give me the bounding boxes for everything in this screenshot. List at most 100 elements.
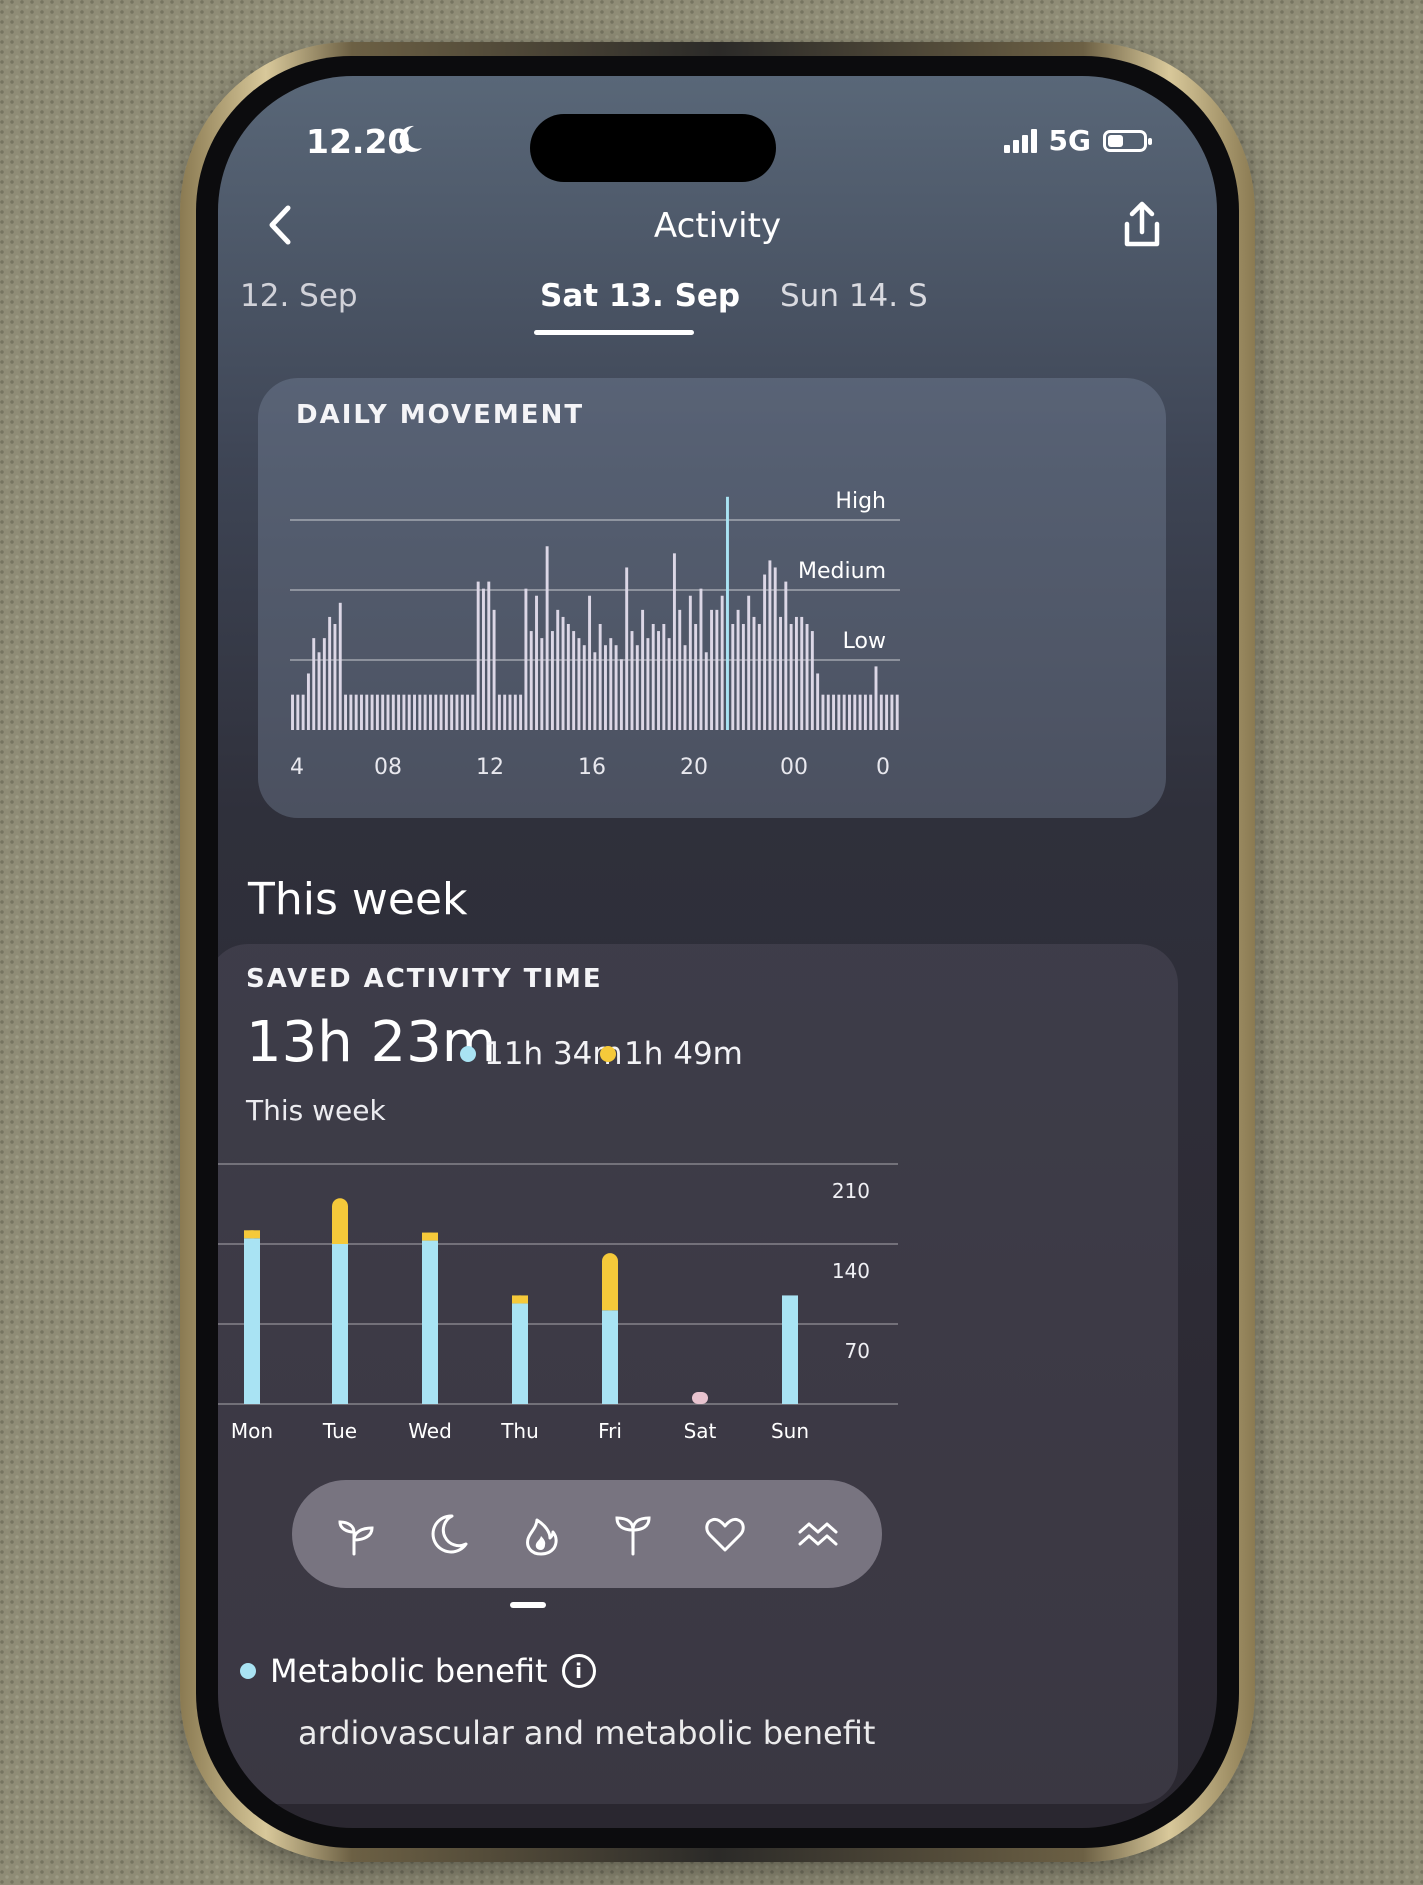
- status-indicators: 5G: [1003, 124, 1152, 157]
- bar-yellow-join: [602, 1302, 618, 1311]
- movement-bar: [450, 694, 454, 730]
- phone-frame: 12.20 5G Activity 12. Sep Sat 13. Sep Su…: [180, 42, 1255, 1862]
- date-selector: 12. Sep Sat 13. Sep Sun 14. S: [218, 268, 1217, 335]
- movement-bar: [301, 694, 305, 730]
- movement-bar: [344, 694, 348, 730]
- movement-bar: [625, 567, 629, 730]
- tab-stress[interactable]: [597, 1498, 669, 1570]
- movement-bar: [535, 595, 538, 730]
- tab-sleep[interactable]: [412, 1498, 484, 1570]
- tab-readiness[interactable]: [320, 1498, 392, 1570]
- metabolic-benefit-row: Metabolic benefit i: [240, 1652, 596, 1690]
- movement-bar: [306, 673, 310, 730]
- movement-bar: [322, 638, 326, 730]
- bar-blue: [602, 1310, 618, 1404]
- movement-bar: [869, 694, 873, 730]
- signal-icon: [1003, 128, 1037, 153]
- readiness-icon: [338, 1520, 374, 1556]
- movement-bar: [810, 631, 814, 730]
- y-tick-label: 140: [832, 1259, 870, 1283]
- movement-bar: [789, 624, 793, 730]
- movement-bar: [482, 588, 485, 730]
- movement-bar: [763, 574, 767, 730]
- movement-bar: [476, 581, 480, 730]
- page-title: Activity: [653, 206, 782, 246]
- movement-bar: [651, 624, 655, 730]
- movement-bar: [545, 546, 549, 730]
- movement-bar: [540, 638, 544, 730]
- movement-bar: [513, 694, 517, 730]
- movement-bar: [386, 694, 390, 730]
- heart-icon: [705, 1517, 746, 1552]
- movement-bar: [407, 694, 411, 730]
- movement-bar: [704, 652, 708, 730]
- movement-bar: [720, 595, 724, 730]
- movement-bar: [317, 652, 321, 730]
- share-icon[interactable]: [1115, 198, 1169, 252]
- movement-bar: [354, 694, 358, 730]
- y-tick-label: 210: [832, 1179, 870, 1203]
- movement-bar: [471, 694, 475, 730]
- movement-bar: [768, 560, 772, 730]
- movement-bar: [832, 694, 836, 730]
- movement-bar: [577, 638, 581, 730]
- date-current[interactable]: Sat 13. Sep: [540, 278, 740, 314]
- movement-bar: [439, 694, 443, 730]
- date-next[interactable]: Sun 14. S: [780, 278, 928, 314]
- movement-bar: [466, 694, 470, 730]
- movement-bar: [890, 694, 894, 730]
- movement-bar: [805, 624, 809, 730]
- bar-blue: [244, 1238, 260, 1404]
- movement-bar: [657, 631, 660, 730]
- tab-resilience[interactable]: [782, 1498, 854, 1570]
- day-label: Tue: [322, 1419, 357, 1443]
- daily-movement-card: DAILY MOVEMENT High Medium Low 4 08 12 16 20 00 0: [258, 378, 1166, 818]
- bar-yellow-join: [422, 1232, 438, 1241]
- movement-bar: [360, 694, 363, 730]
- movement-bar: [428, 694, 432, 730]
- movement-bar: [566, 624, 570, 730]
- date-current-underline: [534, 330, 694, 335]
- status-bar: 12.20 5G: [218, 114, 1217, 182]
- y-tick-label: 70: [845, 1339, 870, 1363]
- battery-icon: [1103, 129, 1152, 152]
- info-icon[interactable]: i: [561, 1654, 596, 1688]
- battery-level: [1108, 134, 1124, 147]
- bar-yellow: [602, 1253, 618, 1311]
- day-label: Mon: [231, 1419, 273, 1443]
- movement-bar: [688, 595, 692, 730]
- movement-bar: [397, 694, 401, 730]
- movement-bar: [291, 694, 294, 730]
- tab-heart[interactable]: [689, 1498, 761, 1570]
- stress-sprout-icon: [615, 1516, 651, 1556]
- movement-bar: [556, 609, 560, 730]
- movement-bar: [752, 616, 756, 730]
- movement-bar: [349, 694, 353, 730]
- time-tick-label: 00: [780, 755, 808, 780]
- level-label: High: [835, 489, 886, 514]
- app-screen: 12.20 5G Activity 12. Sep Sat 13. Sep Su…: [218, 76, 1217, 1828]
- movement-bar: [338, 602, 342, 730]
- metabolic-dot: [240, 1663, 256, 1679]
- movement-bar: [678, 609, 682, 730]
- movement-bar: [402, 694, 406, 730]
- movement-bar: [519, 694, 523, 730]
- date-prev[interactable]: 12. Sep: [240, 278, 358, 314]
- movement-bar: [773, 567, 777, 730]
- movement-bar: [794, 616, 798, 730]
- movement-bar: [895, 694, 899, 730]
- movement-bar: [492, 609, 496, 730]
- movement-bar: [455, 694, 459, 730]
- movement-bar: [418, 694, 422, 730]
- day-label: Thu: [500, 1419, 539, 1443]
- movement-bar: [699, 588, 703, 730]
- movement-bar: [503, 694, 507, 730]
- bar-yellow-join: [244, 1230, 260, 1239]
- movement-bar: [816, 673, 820, 730]
- bar-blue: [512, 1303, 528, 1404]
- day-label: Sun: [771, 1419, 809, 1443]
- movement-bar: [662, 624, 666, 730]
- time-tick-label: 20: [680, 755, 708, 780]
- movement-bar: [434, 694, 438, 730]
- tab-activity[interactable]: [505, 1498, 577, 1570]
